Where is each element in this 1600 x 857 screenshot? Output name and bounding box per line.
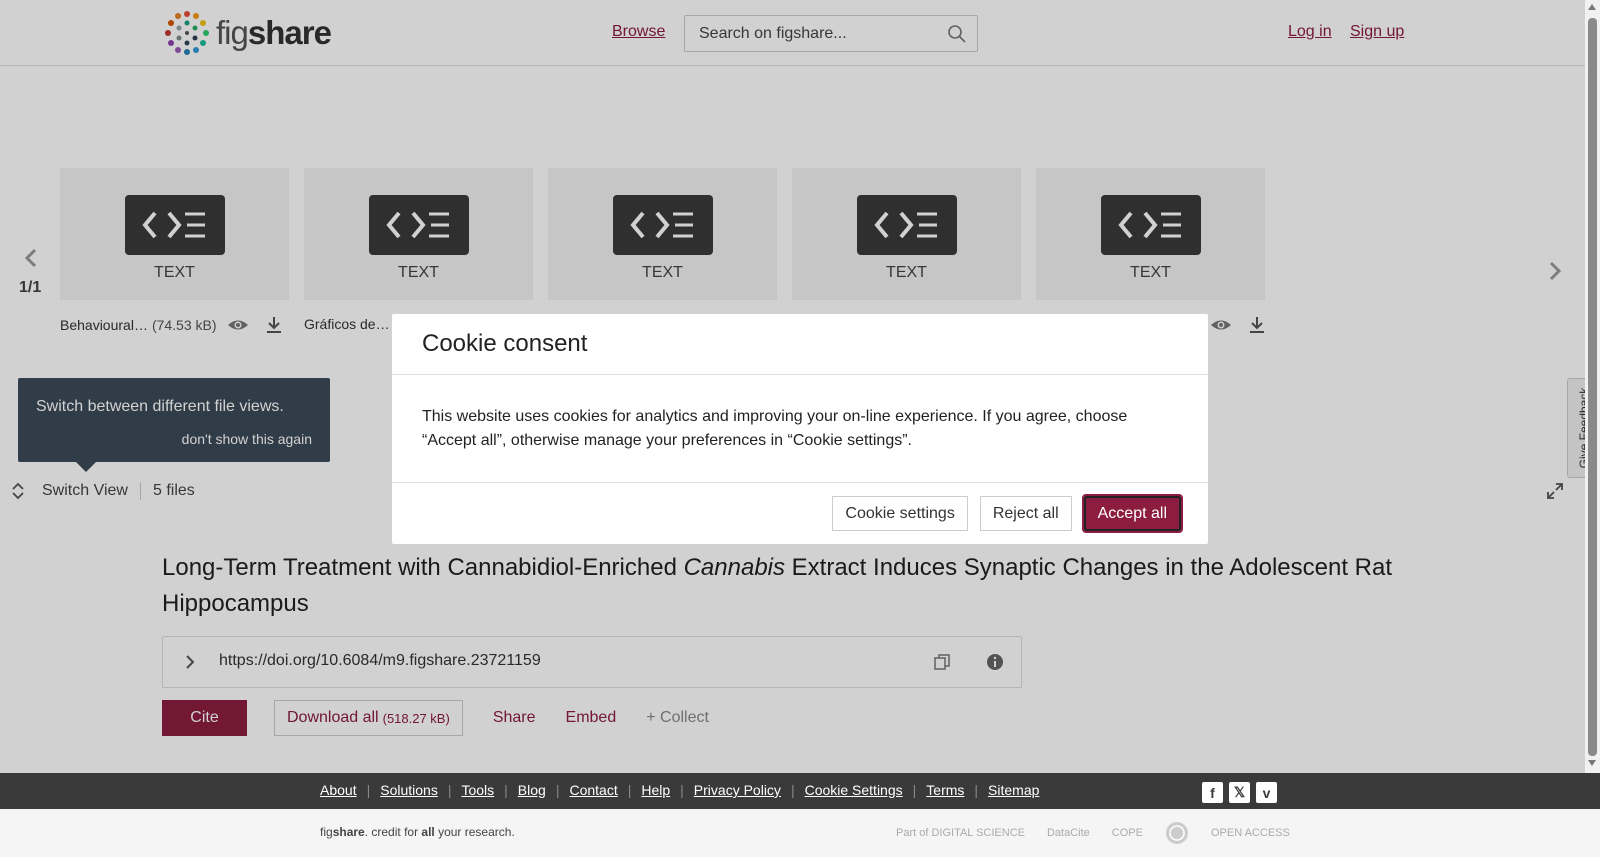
cookie-dialog-body: This website uses cookies for analytics … (392, 375, 1208, 483)
separator: | (627, 782, 632, 798)
separator: | (974, 782, 979, 798)
footer-tagline: figshare. credit for all your research. (320, 825, 515, 839)
footer-bottom: figshare. credit for all your research. … (0, 809, 1600, 857)
cope-logo[interactable]: COPE (1112, 819, 1143, 847)
cookie-dialog-title: Cookie consent (392, 314, 1208, 375)
digital-science-logo[interactable]: Part of DIGITAL SCIENCE (896, 819, 1025, 847)
footer-link-solutions[interactable]: Solutions (380, 782, 438, 798)
separator: | (504, 782, 508, 798)
separator: | (790, 782, 795, 798)
scroll-thumb[interactable] (1588, 18, 1597, 756)
separator: | (447, 782, 452, 798)
separator: | (366, 782, 371, 798)
partner-logos: Part of DIGITAL SCIENCE DataCite COPE OP… (896, 819, 1290, 847)
cookie-settings-button[interactable]: Cookie settings (832, 496, 968, 531)
separator: | (912, 782, 917, 798)
x-twitter-icon[interactable]: 𝕏 (1229, 782, 1250, 803)
scroll-up-arrow[interactable] (1588, 4, 1596, 10)
footer-link-terms[interactable]: Terms (926, 782, 964, 798)
footer-nav: About | Solutions | Tools | Blog | Contact | … (0, 773, 1600, 809)
social-links: f 𝕏 v (1202, 782, 1277, 803)
footer-link-contact[interactable]: Contact (569, 782, 617, 798)
footer-link-cookie-settings[interactable]: Cookie Settings (805, 782, 903, 798)
separator: | (555, 782, 560, 798)
datacite-logo[interactable]: DataCite (1047, 819, 1090, 847)
footer-links: About | Solutions | Tools | Blog | Contact | … (320, 782, 1039, 798)
separator: | (680, 782, 684, 798)
facebook-icon[interactable]: f (1202, 782, 1223, 803)
footer-link-help[interactable]: Help (641, 782, 670, 798)
footer-link-sitemap[interactable]: Sitemap (988, 782, 1039, 798)
footer-link-tools[interactable]: Tools (461, 782, 494, 798)
cookie-consent-dialog: Cookie consent This website uses cookies… (392, 314, 1208, 544)
seal-logo[interactable] (1165, 819, 1189, 847)
scroll-down-arrow[interactable] (1588, 760, 1596, 766)
open-access-logo[interactable]: OPEN ACCESS (1211, 819, 1290, 847)
cookie-dialog-actions: Cookie settings Reject all Accept all (392, 483, 1208, 544)
footer-link-blog[interactable]: Blog (518, 782, 546, 798)
accept-all-button[interactable]: Accept all (1081, 494, 1184, 533)
footer-link-about[interactable]: About (320, 782, 357, 798)
page-scrollbar[interactable] (1585, 0, 1600, 773)
footer-link-privacy[interactable]: Privacy Policy (694, 782, 781, 798)
vimeo-icon[interactable]: v (1256, 782, 1277, 803)
reject-all-button[interactable]: Reject all (979, 496, 1072, 531)
